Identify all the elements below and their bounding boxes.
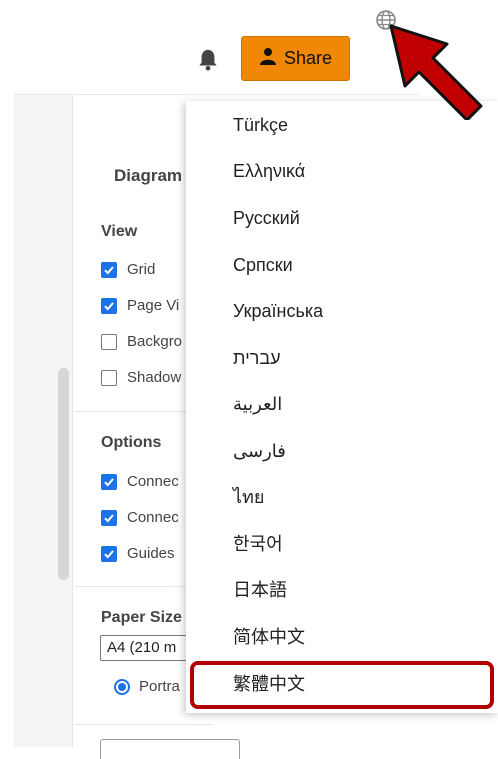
- divider: [74, 724, 214, 725]
- language-item-japanese[interactable]: 日本語: [233, 573, 287, 607]
- toolbar: Share: [14, 0, 418, 95]
- checkbox-unchecked-icon: [101, 369, 117, 386]
- language-item-persian[interactable]: فارسی: [233, 434, 286, 468]
- radio-label: Portra: [139, 678, 180, 695]
- language-menu: Türkçe Ελληνικά Русский Српски Українськ…: [186, 101, 498, 713]
- checkbox-page-view[interactable]: Page Vi: [101, 297, 179, 314]
- radio-selected-icon: [114, 678, 130, 695]
- checkbox-label: Shadow: [127, 369, 182, 386]
- checkbox-label: Page Vi: [127, 297, 180, 314]
- checkbox-connection-arrows[interactable]: Connec: [101, 473, 179, 490]
- share-button[interactable]: Share: [241, 36, 350, 81]
- pointer-arrow-icon: [385, 20, 485, 122]
- panel-title[interactable]: Diagram: [114, 166, 182, 186]
- language-item-greek[interactable]: Ελληνικά: [233, 154, 305, 188]
- language-item-turkish[interactable]: Türkçe: [233, 108, 288, 142]
- checkbox-label: Backgro: [127, 333, 183, 350]
- checkbox-checked-icon: [101, 261, 117, 278]
- language-item-russian[interactable]: Русский: [233, 201, 300, 235]
- checkbox-label: Guides: [127, 545, 175, 562]
- language-item-serbian[interactable]: Српски: [233, 248, 293, 282]
- checkbox-label: Connec: [127, 473, 179, 490]
- language-item-ukrainian[interactable]: Українська: [233, 294, 323, 328]
- vertical-scrollbar[interactable]: [58, 368, 69, 580]
- language-item-korean[interactable]: 한국어: [233, 527, 283, 561]
- checkbox-checked-icon: [101, 297, 117, 314]
- language-item-traditional-chinese[interactable]: 繁體中文: [233, 667, 305, 701]
- checkbox-connection-points[interactable]: Connec: [101, 509, 179, 526]
- language-item-hebrew[interactable]: עברית: [233, 341, 281, 375]
- panel-input[interactable]: [100, 739, 240, 759]
- checkbox-unchecked-icon: [101, 333, 117, 350]
- paper-size-heading: Paper Size: [101, 609, 182, 626]
- checkbox-shadow[interactable]: Shadow: [101, 369, 181, 386]
- checkbox-checked-icon: [101, 545, 117, 562]
- share-button-label: Share: [283, 48, 333, 68]
- checkbox-grid[interactable]: Grid: [101, 261, 155, 278]
- bell-icon[interactable]: [197, 48, 219, 72]
- language-item-arabic[interactable]: العربية: [233, 387, 282, 421]
- language-item-simplified-chinese[interactable]: 简体中文: [233, 620, 305, 654]
- user-icon: [259, 47, 284, 70]
- checkbox-label: Grid: [127, 261, 156, 278]
- checkbox-guides[interactable]: Guides: [101, 545, 175, 562]
- checkbox-checked-icon: [101, 509, 117, 526]
- checkbox-background[interactable]: Backgro: [101, 333, 182, 350]
- view-heading: View: [101, 223, 138, 240]
- checkbox-checked-icon: [101, 473, 117, 490]
- checkbox-label: Connec: [127, 509, 179, 526]
- options-heading: Options: [101, 434, 162, 451]
- radio-portrait[interactable]: Portra: [114, 678, 180, 695]
- language-item-thai[interactable]: ไทย: [233, 480, 264, 514]
